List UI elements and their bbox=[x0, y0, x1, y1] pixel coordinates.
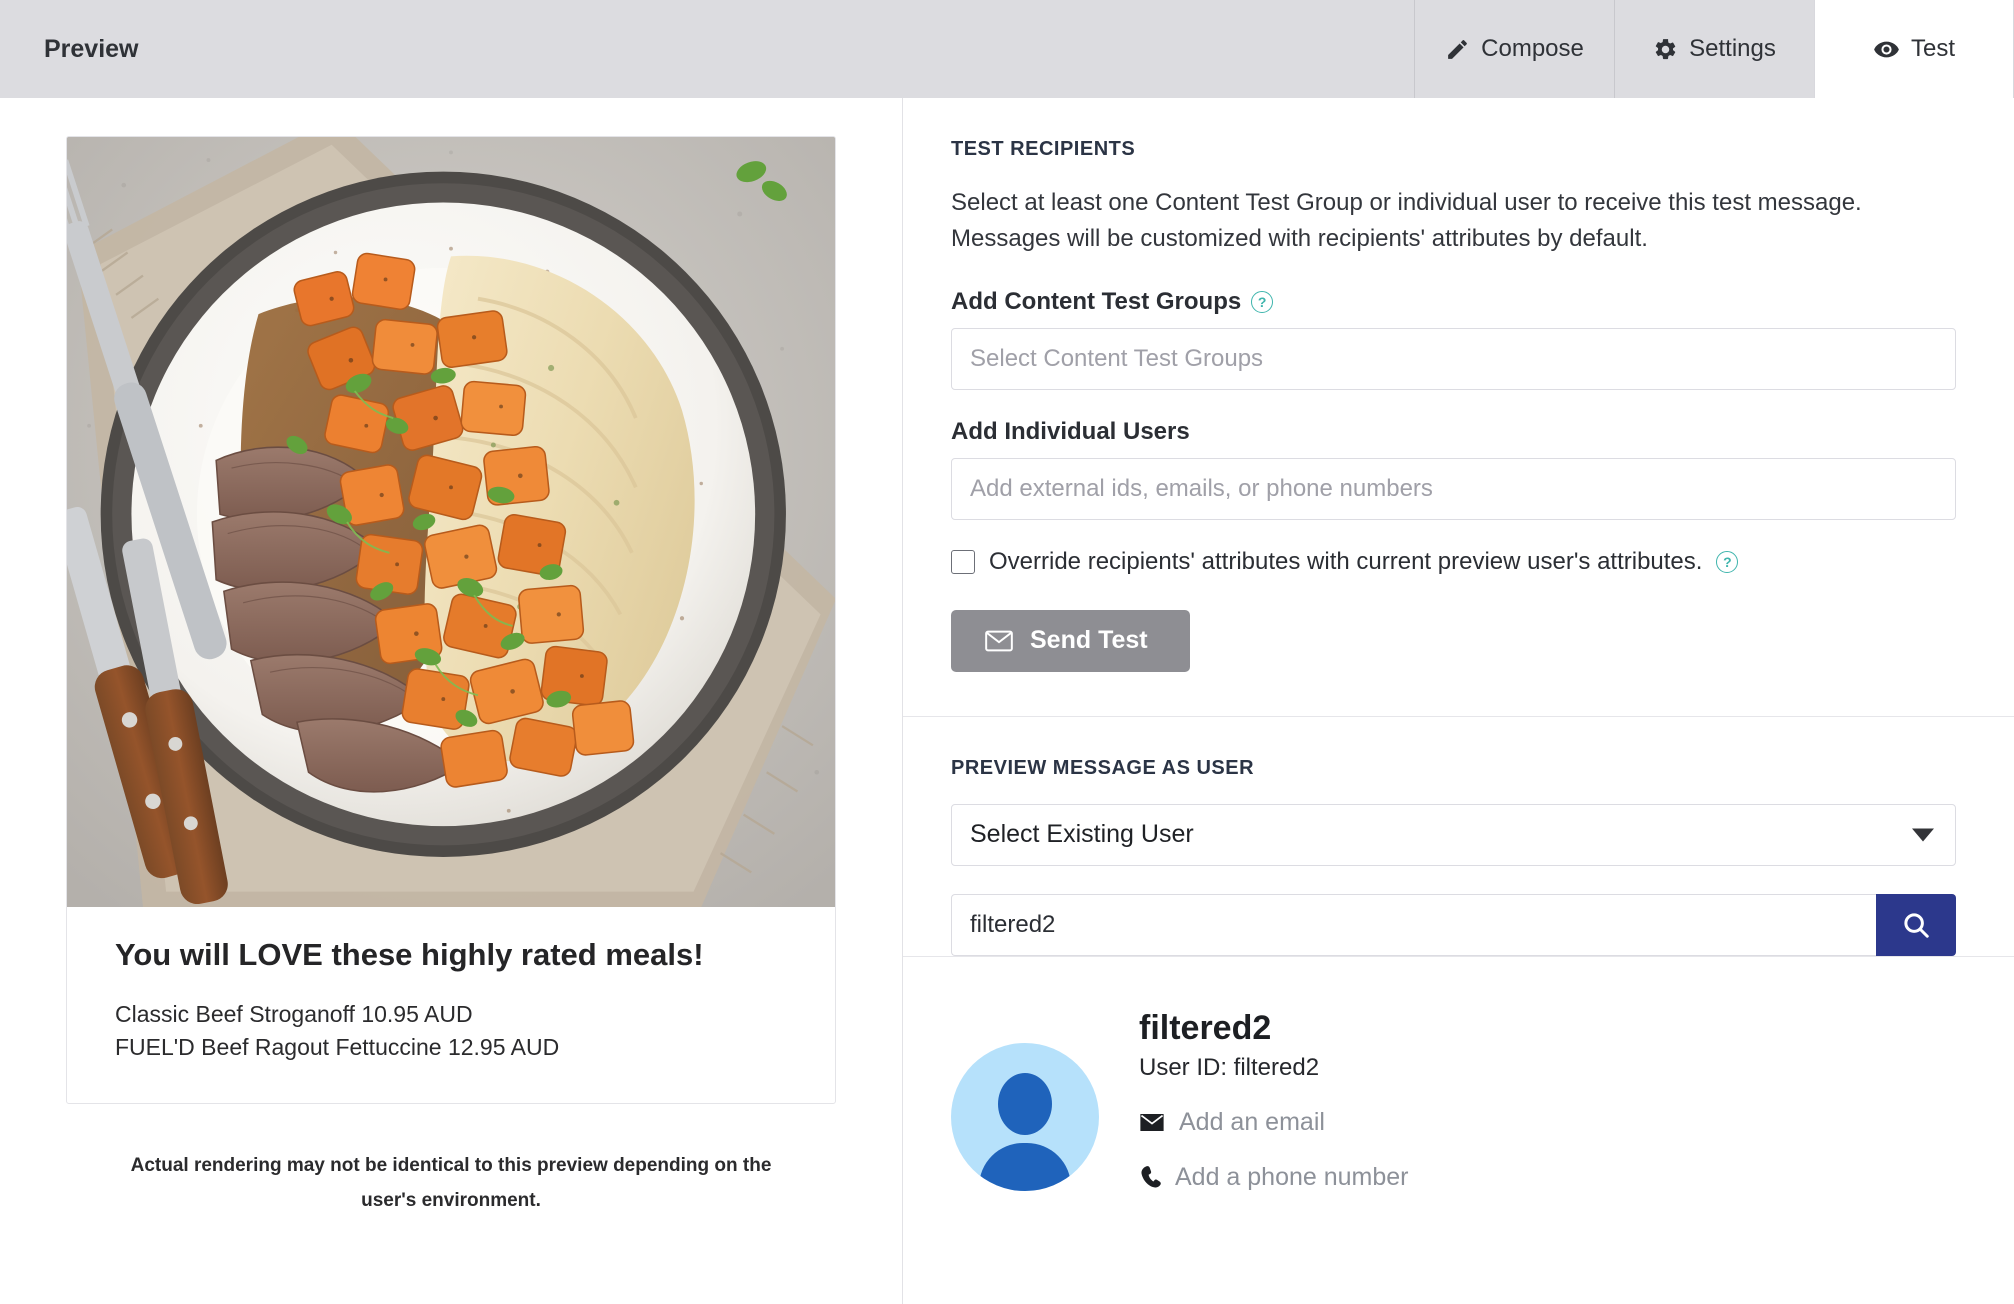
pencil-icon bbox=[1445, 37, 1470, 62]
body-split: You will LOVE these highly rated meals! … bbox=[0, 98, 2014, 1304]
user-info: filtered2 User ID: filtered2 Add an emai… bbox=[1139, 999, 1409, 1218]
card-heading: You will LOVE these highly rated meals! bbox=[115, 937, 704, 972]
individual-users-label: Add Individual Users bbox=[951, 418, 1956, 446]
phone-icon bbox=[1139, 1165, 1161, 1191]
existing-user-select[interactable]: Select Existing User bbox=[951, 803, 1956, 866]
tab-settings-label: Settings bbox=[1689, 35, 1776, 62]
user-search-row bbox=[951, 893, 1956, 956]
help-icon[interactable]: ? bbox=[1251, 290, 1274, 313]
card-text: You will LOVE these highly rated meals! … bbox=[67, 907, 835, 1103]
user-search-button[interactable] bbox=[1876, 893, 1956, 956]
user-id: User ID: filtered2 bbox=[1139, 1054, 1320, 1082]
tab-compose[interactable]: Compose bbox=[1414, 0, 1614, 98]
tab-bar: Compose Settings Test bbox=[1414, 0, 2014, 98]
test-recipients-description: Select at least one Content Test Group o… bbox=[951, 189, 1862, 253]
individual-users-label-text: Add Individual Users bbox=[951, 417, 1190, 445]
existing-user-select-value: Select Existing User bbox=[970, 820, 1194, 849]
avatar-body bbox=[979, 1142, 1071, 1191]
content-test-groups-field: Add Content Test Groups ? bbox=[951, 288, 1956, 390]
message-preview-card: You will LOVE these highly rated meals! … bbox=[66, 136, 836, 1105]
add-a-phone-number-label: Add a phone number bbox=[1175, 1163, 1409, 1192]
content-test-groups-label-text: Add Content Test Groups bbox=[951, 287, 1242, 315]
individual-users-input[interactable] bbox=[951, 457, 1956, 520]
envelope-icon bbox=[1139, 1113, 1165, 1132]
gear-icon bbox=[1653, 37, 1678, 62]
existing-user-select-wrap: Select Existing User bbox=[951, 803, 1956, 866]
preview-pane: You will LOVE these highly rated meals! … bbox=[0, 98, 903, 1304]
help-icon[interactable]: ? bbox=[1716, 550, 1739, 573]
add-an-email-link[interactable]: Add an email bbox=[1139, 1108, 1409, 1137]
search-icon bbox=[1901, 910, 1931, 940]
tab-test-label: Test bbox=[1910, 35, 1955, 62]
preview-as-user-title: PREVIEW MESSAGE AS USER bbox=[951, 756, 1255, 779]
avatar-head bbox=[998, 1072, 1052, 1135]
test-recipients-title: TEST RECIPIENTS bbox=[951, 138, 1136, 160]
preview-disclaimer: Actual rendering may not be identical to… bbox=[130, 1155, 772, 1212]
test-recipients-section: TEST RECIPIENTS Select at least one Cont… bbox=[903, 98, 2014, 717]
user-search-input[interactable] bbox=[951, 893, 1876, 956]
user-search-result[interactable]: filtered2 User ID: filtered2 Add an emai… bbox=[903, 955, 2014, 1218]
override-attributes-row: Override recipients' attributes with cur… bbox=[951, 548, 1956, 576]
send-test-button[interactable]: Send Test bbox=[951, 609, 1190, 672]
content-test-groups-label: Add Content Test Groups ? bbox=[951, 288, 1956, 316]
card-line-2: FUEL'D Beef Ragout Fettuccine 12.95 AUD bbox=[115, 1033, 560, 1060]
tab-compose-label: Compose bbox=[1481, 35, 1584, 62]
meal-photo bbox=[67, 137, 835, 907]
envelope-icon bbox=[985, 630, 1013, 652]
content-test-groups-input[interactable] bbox=[951, 327, 1956, 390]
override-attributes-checkbox[interactable] bbox=[951, 549, 975, 574]
add-a-phone-number-link[interactable]: Add a phone number bbox=[1139, 1163, 1409, 1192]
tab-test[interactable]: Test bbox=[1814, 0, 2014, 98]
add-an-email-label: Add an email bbox=[1179, 1108, 1325, 1137]
individual-users-field: Add Individual Users bbox=[951, 418, 1956, 520]
eye-icon bbox=[1873, 36, 1900, 63]
app-header: Preview Compose Settings Test bbox=[0, 0, 2014, 98]
test-panel: TEST RECIPIENTS Select at least one Cont… bbox=[903, 98, 2014, 1304]
tab-settings[interactable]: Settings bbox=[1614, 0, 1814, 98]
preview-as-user-section: PREVIEW MESSAGE AS USER Select Existing … bbox=[903, 717, 2014, 956]
override-attributes-label: Override recipients' attributes with cur… bbox=[989, 547, 1703, 575]
person-avatar-icon bbox=[951, 1042, 1099, 1191]
page-title: Preview bbox=[44, 34, 139, 63]
send-test-label: Send Test bbox=[1030, 626, 1148, 655]
user-name: filtered2 bbox=[1139, 1008, 1272, 1047]
card-line-1: Classic Beef Stroganoff 10.95 AUD bbox=[115, 1000, 473, 1027]
